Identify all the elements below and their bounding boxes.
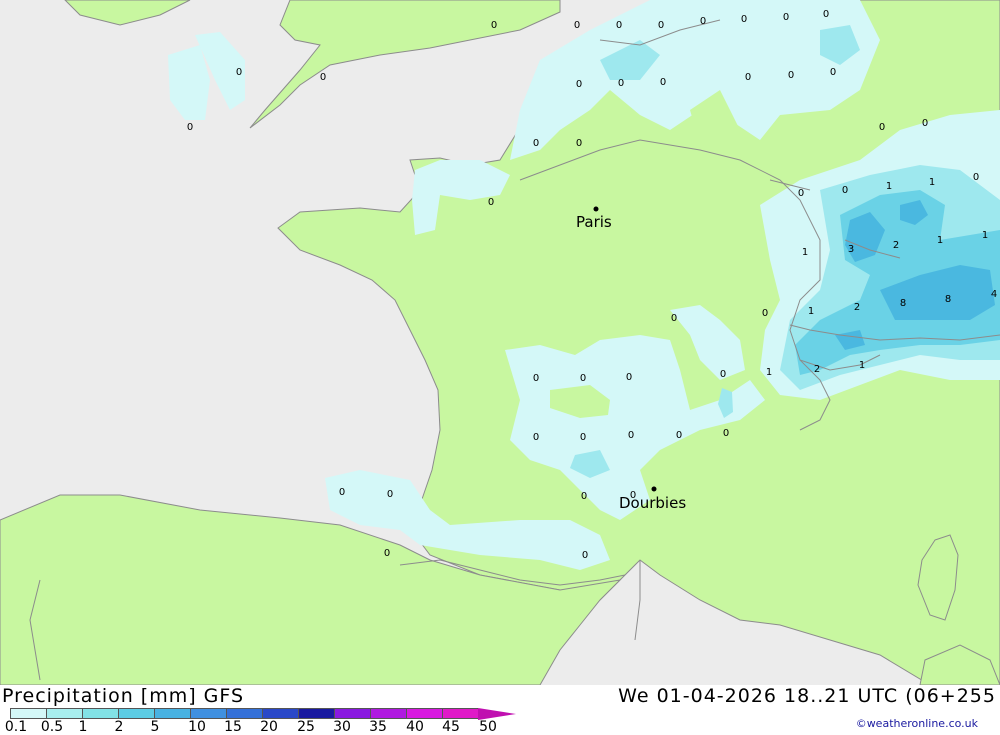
value-label: 2 xyxy=(814,364,820,375)
legend-swatch xyxy=(46,708,82,719)
value-label: 0 xyxy=(660,77,666,88)
value-label: 0 xyxy=(187,122,193,133)
value-label: 1 xyxy=(937,235,943,246)
value-label: 1 xyxy=(808,306,814,317)
legend-swatch xyxy=(154,708,190,719)
value-label: 0 xyxy=(720,369,726,380)
value-label: 0 xyxy=(580,432,586,443)
value-label: 1 xyxy=(859,360,865,371)
credit-link[interactable]: ©weatheronline.co.uk xyxy=(856,717,978,730)
value-label: 0 xyxy=(618,78,624,89)
value-label: 2 xyxy=(893,240,899,251)
value-label: 0 xyxy=(533,373,539,384)
legend-swatch xyxy=(82,708,118,719)
value-label: 0 xyxy=(762,308,768,319)
value-label: 8 xyxy=(900,298,906,309)
value-label: 0 xyxy=(671,313,677,324)
value-label: 4 xyxy=(991,289,997,300)
legend-swatch xyxy=(298,708,334,719)
product-title: Precipitation [mm] GFS xyxy=(2,685,245,707)
value-label: 1 xyxy=(886,181,892,192)
legend-swatch xyxy=(406,708,442,719)
value-label: 0 xyxy=(798,188,804,199)
value-label: 0 xyxy=(879,122,885,133)
value-label: 0 xyxy=(723,428,729,439)
legend-swatch xyxy=(442,708,478,719)
legend-swatch xyxy=(334,708,370,719)
value-label: 0 xyxy=(741,14,747,25)
value-label: 0 xyxy=(676,430,682,441)
value-label: 0 xyxy=(576,79,582,90)
value-label: 8 xyxy=(945,294,951,305)
legend-labels: 0.1 0.5 1 2 5 10 15 20 25 30 35 40 45 50 xyxy=(0,719,520,735)
legend-swatch xyxy=(262,708,298,719)
value-label: 0 xyxy=(783,12,789,23)
legend-swatch xyxy=(190,708,226,719)
value-label: 0 xyxy=(387,489,393,500)
legend-swatch xyxy=(226,708,262,719)
value-label: 0 xyxy=(488,197,494,208)
value-label: 0 xyxy=(491,20,497,31)
legend-swatch xyxy=(370,708,406,719)
value-label: 0 xyxy=(384,548,390,559)
precipitation-map: Paris Dourbies 0 0 0 0 0 0 0 0 0 0 0 0 0… xyxy=(0,0,1000,685)
value-label: 0 xyxy=(788,70,794,81)
value-label: 1 xyxy=(982,230,988,241)
value-label: 0 xyxy=(616,20,622,31)
value-label: 0 xyxy=(842,185,848,196)
value-label: 0 xyxy=(320,72,326,83)
value-label: 0 xyxy=(576,138,582,149)
map-footer: Precipitation [mm] GFS We 01-04-2026 18.… xyxy=(0,685,1000,735)
value-label: 0 xyxy=(581,491,587,502)
city-dot-dourbies xyxy=(651,486,657,492)
value-label: 1 xyxy=(929,177,935,188)
value-label: 0 xyxy=(830,67,836,78)
legend-swatch xyxy=(10,708,46,719)
value-label: 0 xyxy=(922,118,928,129)
value-label: 3 xyxy=(848,244,854,255)
valid-time: We 01-04-2026 18..21 UTC (06+255 xyxy=(618,685,996,707)
value-label: 0 xyxy=(658,20,664,31)
value-label: 1 xyxy=(766,367,772,378)
value-label: 2 xyxy=(854,302,860,313)
value-label: 0 xyxy=(745,72,751,83)
value-label: 0 xyxy=(574,20,580,31)
value-label: 0 xyxy=(628,430,634,441)
value-label: 0 xyxy=(339,487,345,498)
legend-swatch xyxy=(118,708,154,719)
value-label: 0 xyxy=(700,16,706,27)
value-label: 0 xyxy=(236,67,242,78)
value-label: 0 xyxy=(533,138,539,149)
value-label: 0 xyxy=(823,9,829,20)
value-label: 1 xyxy=(802,247,808,258)
value-label: 0 xyxy=(580,373,586,384)
value-label: 0 xyxy=(626,372,632,383)
value-label: 0 xyxy=(630,490,636,501)
city-label-paris: Paris xyxy=(576,213,612,231)
value-label: 0 xyxy=(582,550,588,561)
value-label: 0 xyxy=(973,172,979,183)
value-label: 0 xyxy=(533,432,539,443)
city-dot-paris xyxy=(593,206,599,212)
